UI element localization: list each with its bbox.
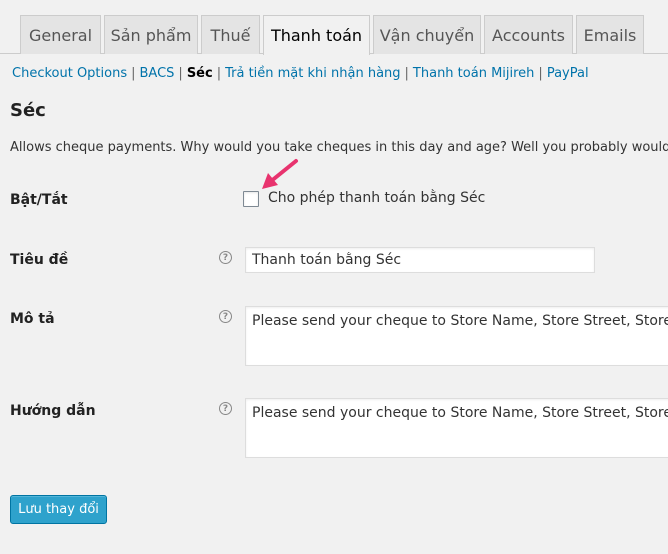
subnav-cheque-current: Séc — [186, 66, 213, 81]
subnav-mijireh[interactable]: Thanh toán Mijireh — [413, 66, 535, 81]
subnav-bacs[interactable]: BACS — [140, 66, 175, 81]
tab-products[interactable]: Sản phẩm — [104, 15, 198, 54]
subnav-separator: | — [178, 66, 183, 81]
description-textarea[interactable]: Please send your cheque to Store Name, S… — [245, 306, 668, 366]
instructions-label: Hướng dẫn — [10, 403, 96, 419]
subnav-separator: | — [216, 66, 222, 81]
tab-accounts[interactable]: Accounts — [484, 15, 573, 54]
subnav-cod[interactable]: Trả tiền mặt khi nhận hàng — [225, 66, 400, 81]
settings-tabs: General Sản phẩm Thuế Thanh toán Vận chu… — [0, 0, 668, 55]
annotation-arrow-icon — [262, 159, 298, 189]
subnav-paypal[interactable]: PayPal — [547, 66, 589, 81]
subnav-separator: | — [538, 66, 543, 81]
help-tip-icon[interactable]: ? — [219, 251, 232, 264]
subnav-checkout-options[interactable]: Checkout Options — [12, 66, 127, 81]
tab-tax[interactable]: Thuế — [201, 15, 260, 54]
tab-checkout[interactable]: Thanh toán — [263, 15, 370, 55]
section-description: Allows cheque payments. Why would you ta… — [10, 140, 668, 155]
help-tip-icon[interactable]: ? — [219, 310, 232, 323]
tab-shipping[interactable]: Vận chuyển — [373, 15, 481, 54]
subnav-separator: | — [404, 66, 409, 81]
enable-label: Bật/Tắt — [10, 192, 68, 208]
instructions-textarea[interactable]: Please send your cheque to Store Name, S… — [245, 398, 668, 458]
tab-general[interactable]: General — [20, 15, 101, 54]
save-changes-button[interactable]: Lưu thay đổi — [10, 495, 107, 524]
enable-checkbox[interactable] — [243, 191, 259, 207]
section-title: Séc — [10, 100, 46, 121]
subnav-separator: | — [131, 66, 136, 81]
description-label: Mô tả — [10, 311, 55, 327]
tab-emails[interactable]: Emails — [576, 15, 644, 54]
checkout-subnav: Checkout Options | BACS | Séc | Trả tiền mặt k… — [12, 66, 589, 81]
help-tip-icon[interactable]: ? — [219, 402, 232, 415]
title-input[interactable] — [245, 247, 595, 273]
title-label: Tiêu đề — [10, 252, 69, 268]
